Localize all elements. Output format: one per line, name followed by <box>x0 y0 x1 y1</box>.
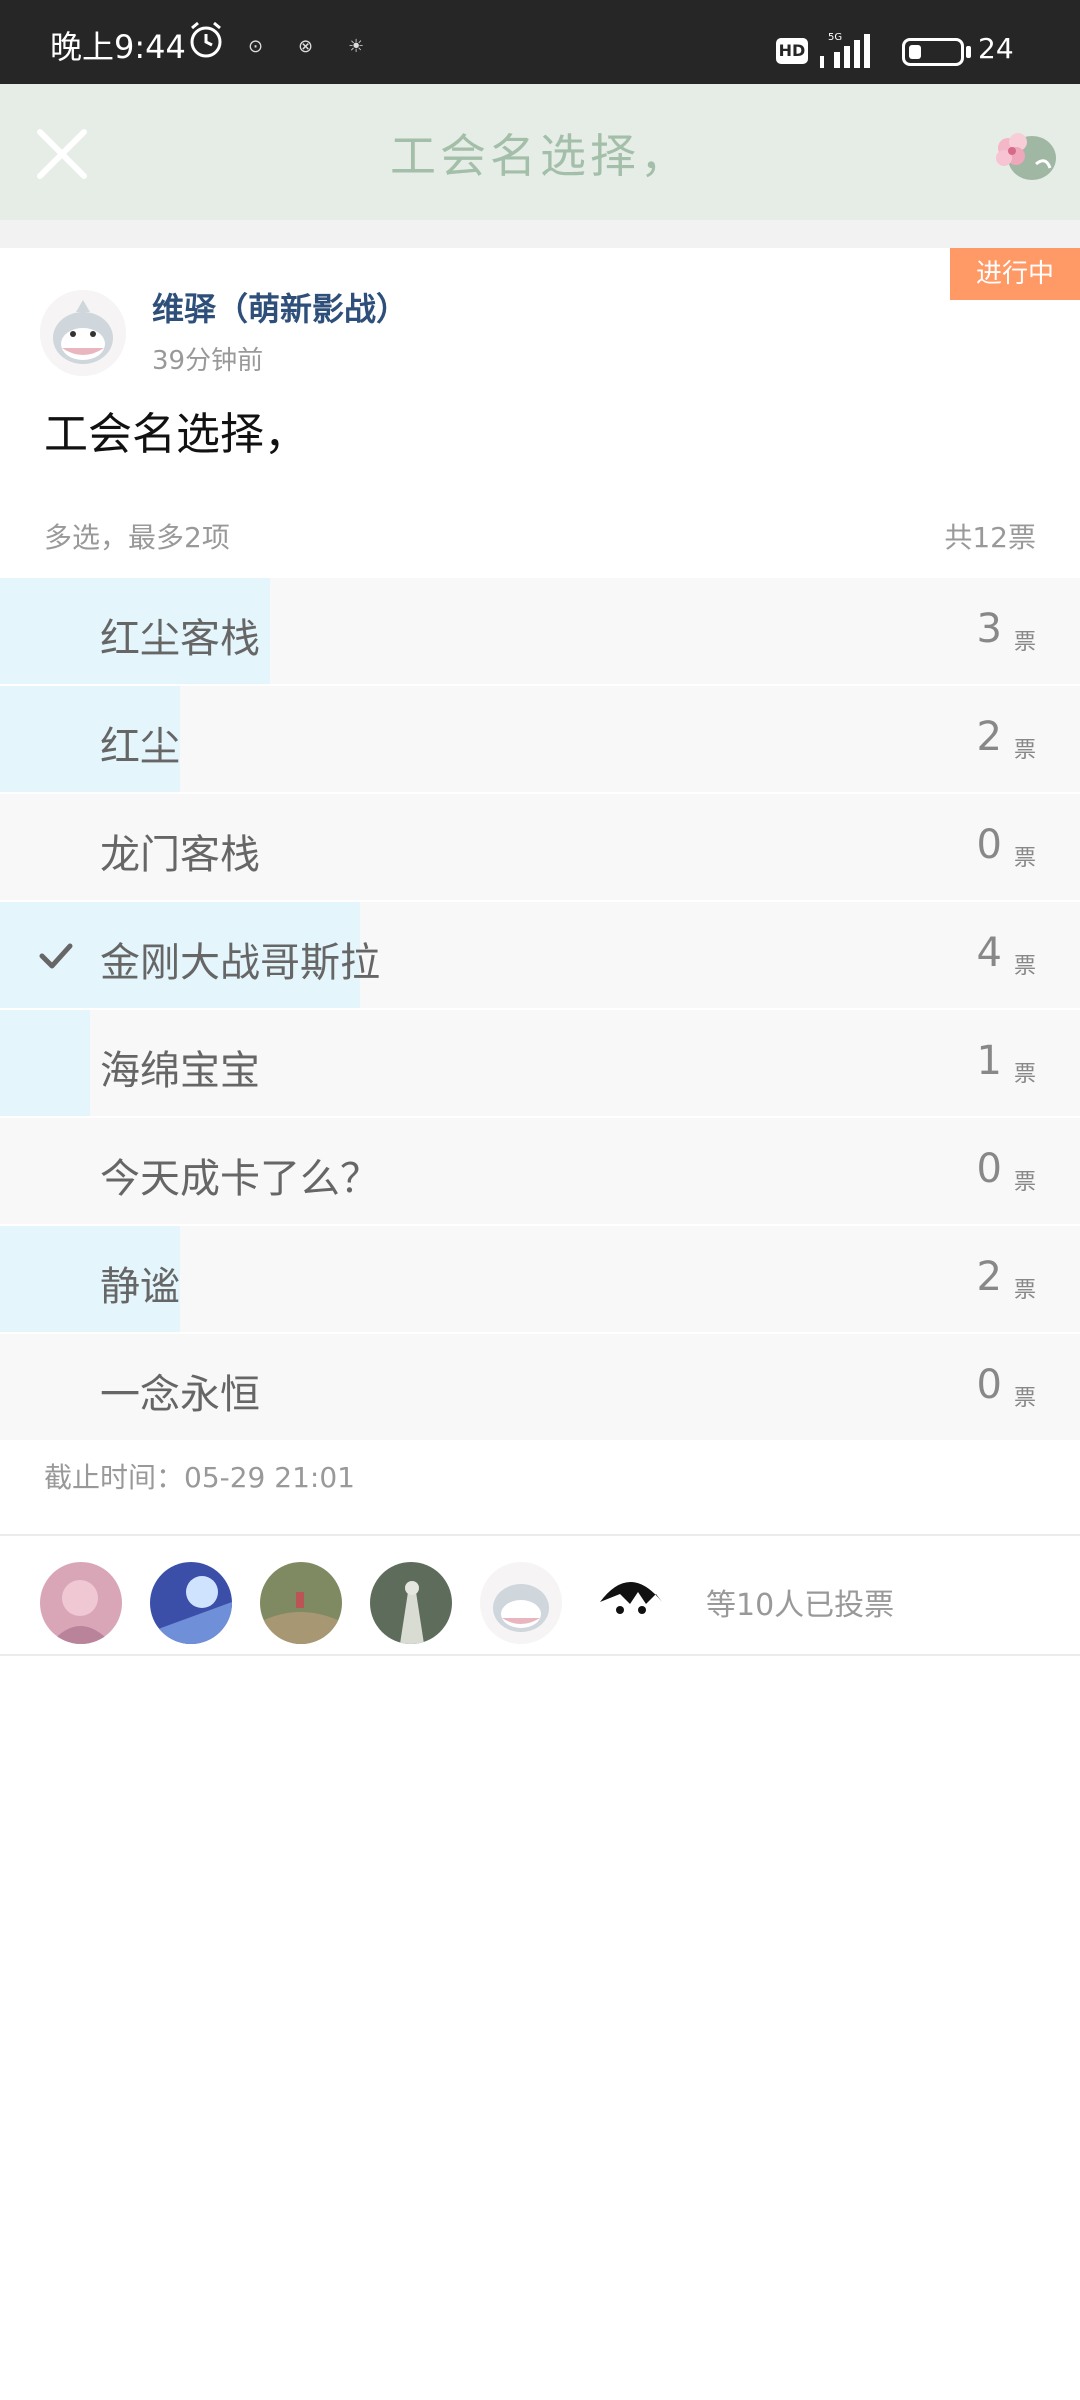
battery-fill <box>909 45 921 59</box>
option-unit: 票 <box>1013 1278 1036 1303</box>
option-label: 红尘 <box>100 724 180 770</box>
status-badge: 进行中 <box>942 248 1080 300</box>
option-label: 今天成卡了么？ <box>100 1156 380 1202</box>
poll-option[interactable]: 今天成卡了么？ 0 票 <box>0 1118 1080 1224</box>
poll-option[interactable]: 海绵宝宝 1 票 <box>0 1010 1080 1116</box>
flower-icon[interactable] <box>986 124 1058 186</box>
option-count: 0 <box>976 1362 1002 1408</box>
voters-count-text: 等10人已投票 <box>706 1588 895 1623</box>
poll-option[interactable]: 一念永恒 0 票 <box>0 1334 1080 1440</box>
option-unit: 票 <box>1013 738 1036 763</box>
divider <box>0 1654 1080 1656</box>
option-label: 金刚大战哥斯拉 <box>100 940 380 986</box>
option-unit: 票 <box>1013 1062 1036 1087</box>
avatar-image <box>260 1562 342 1644</box>
check-icon <box>39 943 73 969</box>
voter-avatar[interactable] <box>590 1562 672 1644</box>
notification-icon: ⊙ <box>248 36 264 57</box>
avatar[interactable] <box>40 290 126 376</box>
option-unit: 票 <box>1013 1170 1036 1195</box>
option-unit: 票 <box>1013 954 1036 979</box>
voter-avatar[interactable] <box>150 1562 232 1644</box>
option-count: 1 <box>976 1038 1002 1084</box>
option-unit: 票 <box>1013 630 1036 655</box>
author-name[interactable]: 维驿（萌新影战） <box>152 284 408 330</box>
poll-option[interactable]: 静谧 2 票 <box>0 1226 1080 1332</box>
option-label: 龙门客栈 <box>100 832 260 878</box>
avatar-image <box>150 1562 232 1644</box>
option-count: 3 <box>976 606 1002 652</box>
avatar-image <box>40 1562 122 1644</box>
voter-avatar[interactable] <box>40 1562 122 1644</box>
option-label: 一念永恒 <box>100 1372 260 1418</box>
weather-icon: ☀ <box>348 36 365 57</box>
option-count: 4 <box>976 930 1002 976</box>
poll-option[interactable]: 金刚大战哥斯拉 4 票 <box>0 902 1080 1008</box>
poll-option[interactable]: 红尘 2 票 <box>0 686 1080 792</box>
option-unit: 票 <box>1013 846 1036 871</box>
status-bar: 晚上9:44 ⊙ ⊗ ☀ HD 5G 24 <box>0 0 1080 84</box>
option-count: 2 <box>976 714 1002 760</box>
option-label: 静谧 <box>100 1264 180 1310</box>
avatar-image <box>590 1562 672 1644</box>
total-votes: 共12票 <box>944 521 1036 554</box>
option-fill-bar <box>0 1010 90 1116</box>
option-label: 海绵宝宝 <box>100 1048 260 1094</box>
option-count: 0 <box>976 1146 1002 1192</box>
section-gap <box>0 220 1080 248</box>
poll-option[interactable]: 龙门客栈 0 票 <box>0 794 1080 900</box>
voter-avatar[interactable] <box>480 1562 562 1644</box>
option-count: 2 <box>976 1254 1002 1300</box>
shark-avatar-icon <box>40 290 126 376</box>
poll-rule: 多选，最多2项 <box>44 521 230 554</box>
avatar-image <box>370 1562 452 1644</box>
option-label: 红尘客栈 <box>100 616 260 662</box>
option-count: 0 <box>976 822 1002 868</box>
alarm-icon <box>190 21 222 58</box>
voter-avatar[interactable] <box>260 1562 342 1644</box>
battery-tip <box>966 46 971 58</box>
page-title: 工会名选择， <box>390 129 690 183</box>
notification-icon: ⊗ <box>298 36 314 57</box>
app-header: 工会名选择， <box>0 84 1080 220</box>
voters-row[interactable]: 等10人已投票 <box>0 1536 1080 1654</box>
svg-text:5G: 5G <box>828 32 842 43</box>
deadline-text: 截止时间：05-29 21:01 <box>44 1461 355 1494</box>
avatar-image <box>480 1562 562 1644</box>
poll-option[interactable]: 红尘客栈 3 票 <box>0 578 1080 684</box>
post-time: 39分钟前 <box>152 346 264 376</box>
poll-options: 红尘客栈 3 票 红尘 2 票 龙门客栈 0 票 金刚大战哥斯拉 4 票 海绵宝… <box>0 578 1080 1442</box>
option-unit: 票 <box>1013 1386 1036 1411</box>
hd-icon: HD <box>776 38 808 64</box>
voter-avatar[interactable] <box>370 1562 452 1644</box>
battery-icon <box>902 38 964 66</box>
battery-percent: 24 <box>978 32 1014 65</box>
status-time: 晚上9:44 <box>50 28 186 66</box>
poll-question: 工会名选择， <box>44 409 308 460</box>
signal-icon: 5G <box>820 32 870 68</box>
